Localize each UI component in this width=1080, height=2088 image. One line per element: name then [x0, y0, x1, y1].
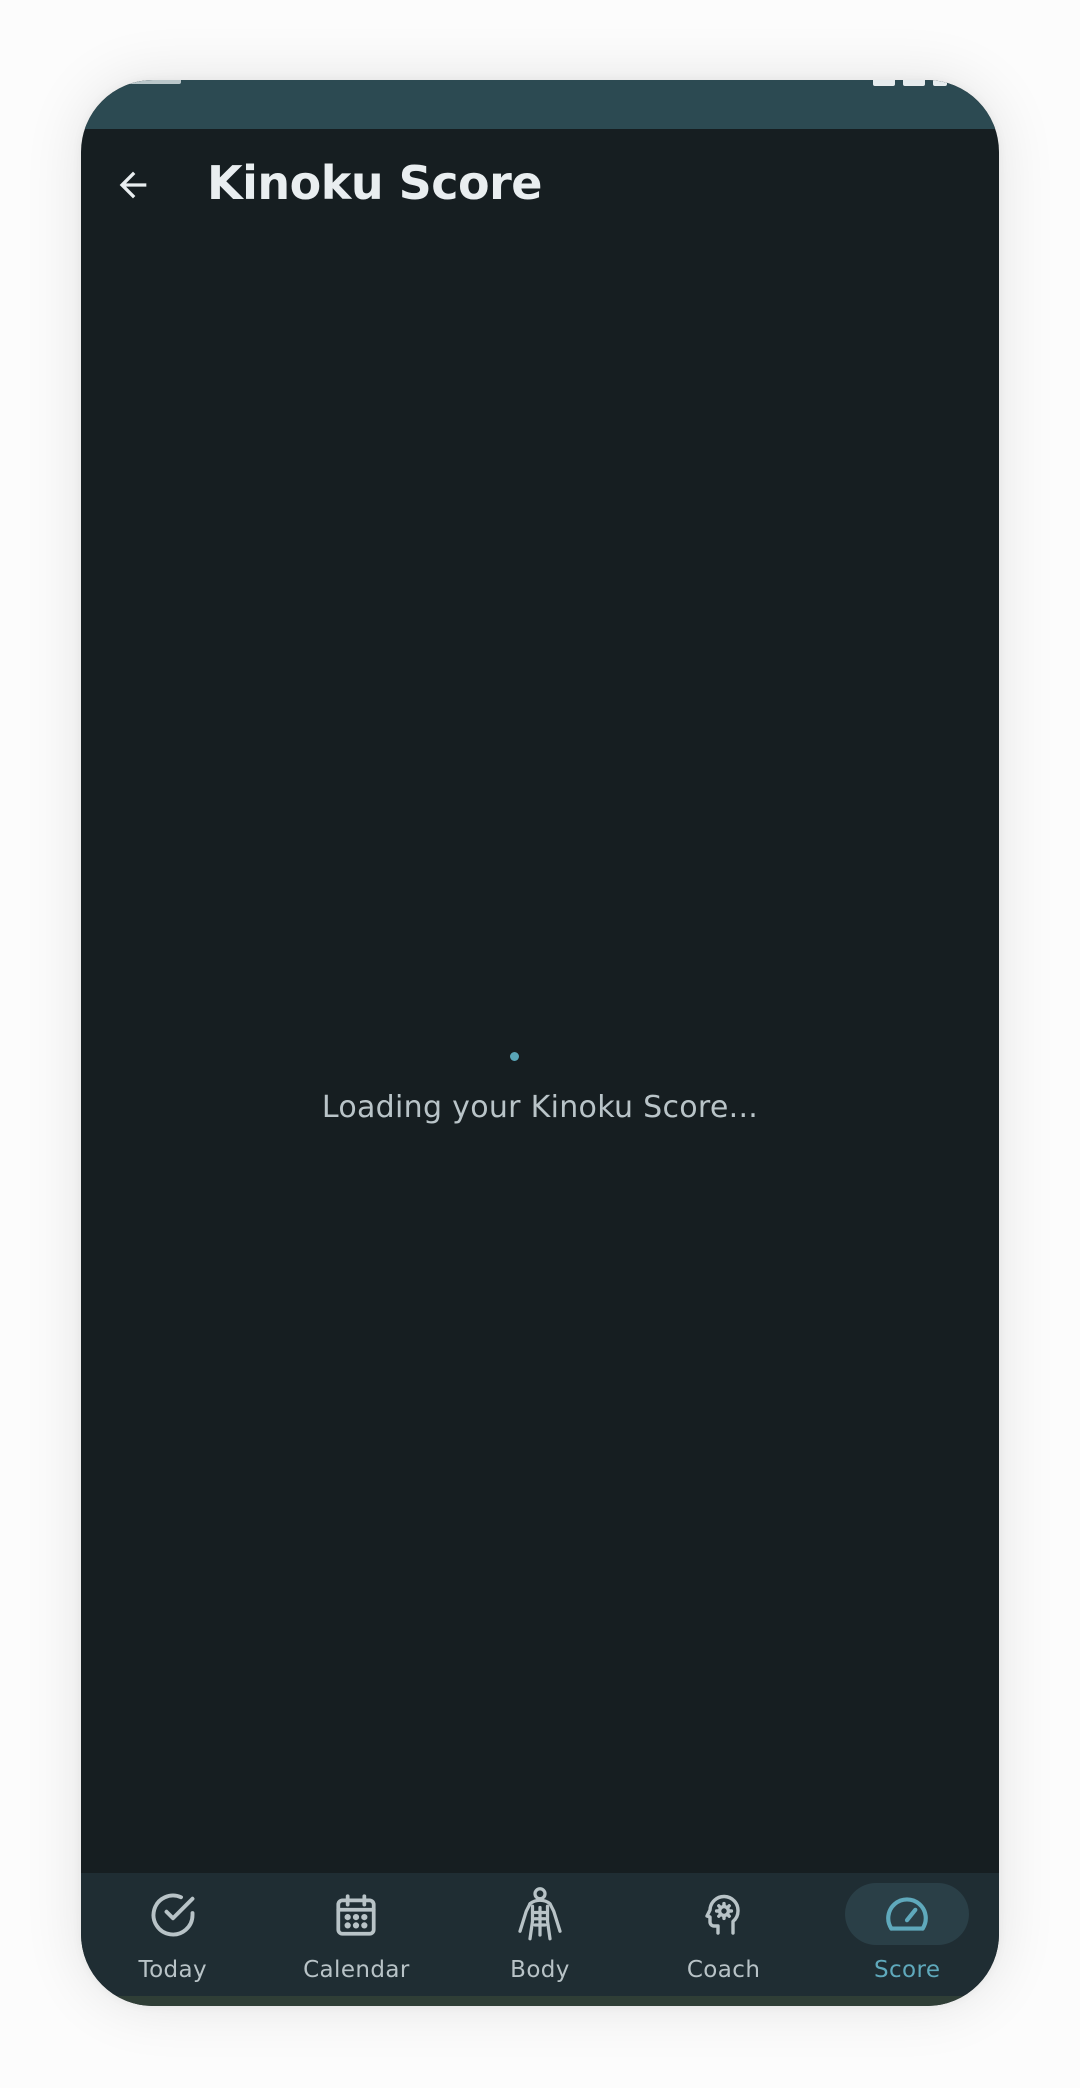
wifi-icon	[903, 80, 925, 86]
gesture-bar-area	[81, 1996, 999, 2006]
status-icons	[873, 80, 947, 86]
check-circle-icon	[143, 1887, 203, 1943]
nav-item-calendar[interactable]: Calendar	[265, 1873, 449, 1996]
nav-label-today: Today	[138, 1957, 208, 1983]
calendar-icon	[326, 1887, 386, 1943]
nav-label-score: Score	[873, 1957, 941, 1983]
loading-message: Loading your Kinoku Score...	[321, 1090, 759, 1125]
nav-item-body[interactable]: Body	[448, 1873, 632, 1996]
battery-icon	[933, 80, 947, 86]
back-button[interactable]	[105, 157, 161, 213]
phone-screen: Kinoku Score Loading your Kinoku Score..…	[81, 80, 999, 2006]
bottom-navigation: Today Calendar Body Coach Score	[81, 1873, 999, 1996]
nav-label-coach: Coach	[686, 1957, 761, 1983]
loading-spinner	[510, 1052, 519, 1061]
nav-label-calendar: Calendar	[303, 1957, 410, 1983]
status-bar	[81, 80, 999, 129]
nav-item-coach[interactable]: Coach	[632, 1873, 816, 1996]
signal-icon	[873, 80, 895, 86]
nav-item-today[interactable]: Today	[81, 1873, 265, 1996]
arrow-left-icon	[119, 171, 147, 199]
app-bar: Kinoku Score	[81, 129, 999, 241]
nav-item-score[interactable]: Score	[815, 1873, 999, 1996]
page-title: Kinoku Score	[207, 156, 543, 210]
brain-gear-icon	[694, 1887, 754, 1943]
nav-label-body: Body	[510, 1957, 570, 1983]
page: Kinoku Score Loading your Kinoku Score..…	[0, 0, 1080, 2088]
status-time	[121, 80, 181, 84]
speedometer-icon	[877, 1887, 937, 1943]
body-icon	[510, 1887, 570, 1943]
